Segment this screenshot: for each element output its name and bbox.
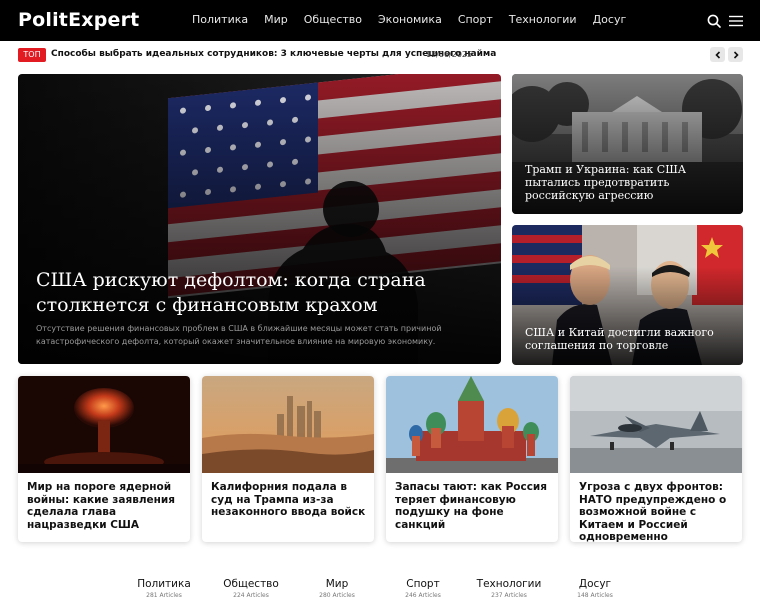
hero-image <box>18 74 501 364</box>
category-politika[interactable]: Политика 281 Articles <box>124 578 204 599</box>
category-sport[interactable]: Спорт 246 Articles <box>383 578 463 599</box>
ticker-prev-button[interactable] <box>710 47 725 62</box>
chevron-left-icon <box>714 50 720 59</box>
article-card-1[interactable]: Мир на пороге ядерной войны: какие заявл… <box>18 376 190 542</box>
site-header: PolitExpert Политика Мир Общество Эконом… <box>0 0 760 41</box>
hero-excerpt: Отсутствие решения финансовых проблем в … <box>36 324 442 346</box>
category-obshchestvo[interactable]: Общество 224 Articles <box>211 578 291 599</box>
category-count: 281 Articles <box>146 592 182 599</box>
side-article-1-title[interactable]: Трамп и Украина: как США пытались предот… <box>525 163 730 202</box>
hero-article[interactable]: США рискуют дефолтом: когда страна столк… <box>18 74 501 364</box>
article-card-2[interactable]: Калифорния подала в суд на Трампа из-за … <box>202 376 374 542</box>
category-name: Досуг <box>578 578 612 590</box>
category-count: 246 Articles <box>405 592 441 599</box>
side-article-2-title[interactable]: США и Китай достигли важного соглашения … <box>525 326 730 352</box>
category-name: Политика <box>137 578 191 590</box>
search-icon[interactable] <box>706 13 722 29</box>
side-article-1[interactable]: Трамп и Украина: как США пытались предот… <box>512 74 743 214</box>
category-name: Спорт <box>406 578 440 590</box>
fighter-jet-image <box>570 376 742 473</box>
ticker-next-button[interactable] <box>728 47 743 62</box>
category-count: 148 Articles <box>577 592 613 599</box>
city-skyline-image <box>202 376 374 473</box>
ticker-date: 12/06/2025 <box>426 50 473 59</box>
nuclear-explosion-image <box>18 376 190 473</box>
nav-item-politika[interactable]: Политика <box>192 13 248 26</box>
article-card-1-title[interactable]: Мир на пороге ядерной войны: какие заявл… <box>27 481 185 531</box>
hamburger-menu-icon[interactable] <box>728 13 744 29</box>
category-count: 280 Articles <box>319 592 355 599</box>
category-tekhnologii[interactable]: Технологии 237 Articles <box>469 578 549 599</box>
nav-item-ekonomika[interactable]: Экономика <box>378 13 442 26</box>
category-count: 224 Articles <box>233 592 269 599</box>
nav-item-obshchestvo[interactable]: Общество <box>304 13 362 26</box>
nav-item-tekhnologii[interactable]: Технологии <box>509 13 577 26</box>
category-mir[interactable]: Мир 280 Articles <box>297 578 377 599</box>
nav-item-sport[interactable]: Спорт <box>458 13 493 26</box>
red-square-cathedral-image <box>386 376 558 473</box>
category-dosug[interactable]: Досуг 148 Articles <box>555 578 635 599</box>
hero-title[interactable]: США рискуют дефолтом: когда страна столк… <box>36 268 466 318</box>
category-name: Технологии <box>476 578 542 590</box>
category-name: Мир <box>325 578 349 590</box>
top-badge: ТОП <box>18 48 46 62</box>
top-news-ticker: ТОП Способы выбрать идеальных сотруднико… <box>18 47 743 63</box>
chevron-right-icon <box>733 50 739 59</box>
nav-item-dosug[interactable]: Досуг <box>593 13 627 26</box>
side-article-2[interactable]: США и Китай достигли важного соглашения … <box>512 225 743 365</box>
article-card-4[interactable]: Угроза с двух фронтов: НАТО предупрежден… <box>570 376 742 542</box>
site-logo[interactable]: PolitExpert <box>18 9 139 31</box>
article-card-2-title[interactable]: Калифорния подала в суд на Трампа из-за … <box>211 481 369 519</box>
main-nav: Политика Мир Общество Экономика Спорт Те… <box>192 13 642 26</box>
nav-item-mir[interactable]: Мир <box>264 13 288 26</box>
category-count: 237 Articles <box>491 592 527 599</box>
category-name: Общество <box>223 578 279 590</box>
article-card-3-title[interactable]: Запасы тают: как Россия теряет финансову… <box>395 481 553 531</box>
article-card-4-title[interactable]: Угроза с двух фронтов: НАТО предупрежден… <box>579 481 737 542</box>
article-card-3[interactable]: Запасы тают: как Россия теряет финансову… <box>386 376 558 542</box>
